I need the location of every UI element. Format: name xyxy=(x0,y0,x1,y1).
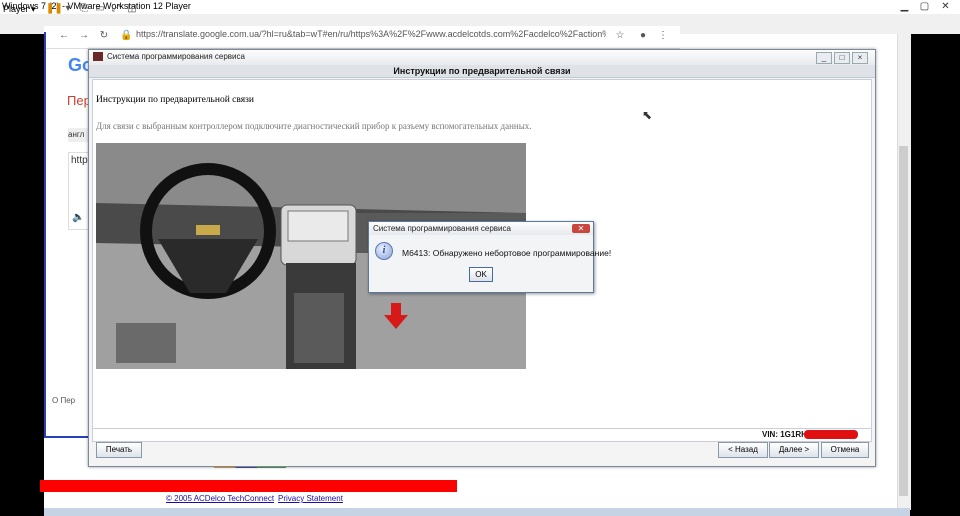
section-header-title: Инструкции по предварительной связи xyxy=(393,66,571,76)
alert-close-icon[interactable]: ✕ xyxy=(572,224,590,233)
speaker-icon[interactable]: 🔈 xyxy=(72,212,84,224)
menu-icon[interactable]: ⋮ xyxy=(657,30,669,42)
ok-button[interactable]: OK xyxy=(469,267,493,282)
star-icon[interactable]: ☆ xyxy=(614,30,626,42)
footer-link[interactable]: О Пер xyxy=(52,396,92,420)
language-tab[interactable]: англ xyxy=(68,128,90,142)
back-button[interactable]: < Назад xyxy=(718,442,768,458)
back-arrow-icon[interactable]: ← xyxy=(58,30,70,42)
scroll-thumb[interactable] xyxy=(899,146,908,496)
taskbar xyxy=(44,508,910,516)
vin-redaction xyxy=(804,430,858,439)
page-border xyxy=(44,32,46,438)
maximize-icon[interactable]: ▢ xyxy=(916,0,933,13)
reload-icon[interactable]: ↻ xyxy=(98,30,110,42)
player-menu[interactable]: Player ▾ xyxy=(3,3,36,16)
url-text[interactable]: https://translate.google.com.ua/?hl=ru&t… xyxy=(136,29,606,39)
forward-arrow-icon[interactable]: → xyxy=(78,30,90,42)
content-heading: Инструкции по предварительной связи xyxy=(96,95,254,105)
status-row xyxy=(92,428,872,442)
dropdown-icon[interactable]: ▾ xyxy=(62,3,74,15)
dialog-maximize-icon[interactable]: □ xyxy=(834,52,850,64)
next-button[interactable]: Далее > xyxy=(769,442,819,458)
pause-icon[interactable]: ❚❚ xyxy=(46,3,63,15)
send-ctrl-alt-del-icon[interactable]: ⎘ xyxy=(78,3,90,15)
print-button[interactable]: Печать xyxy=(96,442,142,458)
alert-message: M6413: Обнаружено небортовое программиро… xyxy=(402,248,612,258)
fullscreen-icon[interactable]: ⤢ xyxy=(110,3,122,15)
privacy-link[interactable]: Privacy Statement xyxy=(278,494,343,503)
info-icon: i xyxy=(375,242,393,260)
content-description: Для связи с выбранным контроллером подкл… xyxy=(96,121,532,131)
mouse-cursor-icon: ⬉ xyxy=(642,108,653,122)
lock-icon: 🔒 xyxy=(120,30,133,41)
cancel-button[interactable]: Отмена xyxy=(821,442,869,458)
app-icon xyxy=(93,52,103,61)
alert-title: Система программирования сервиса xyxy=(373,224,511,233)
dialog-close-icon[interactable]: × xyxy=(852,52,868,64)
close-icon[interactable]: ✕ xyxy=(937,0,954,13)
removable-devices-icon[interactable]: ▭ xyxy=(94,3,106,15)
account-icon[interactable]: ● xyxy=(637,30,649,42)
red-banner xyxy=(40,480,457,492)
minimize-icon[interactable]: ▁ xyxy=(896,0,913,13)
main-dialog-title: Система программирования сервиса xyxy=(107,52,245,61)
unity-icon[interactable]: ◫ xyxy=(126,3,138,15)
copyright-link[interactable]: © 2005 ACDelco TechConnect xyxy=(166,494,274,503)
dialog-minimize-icon[interactable]: _ xyxy=(816,52,832,64)
